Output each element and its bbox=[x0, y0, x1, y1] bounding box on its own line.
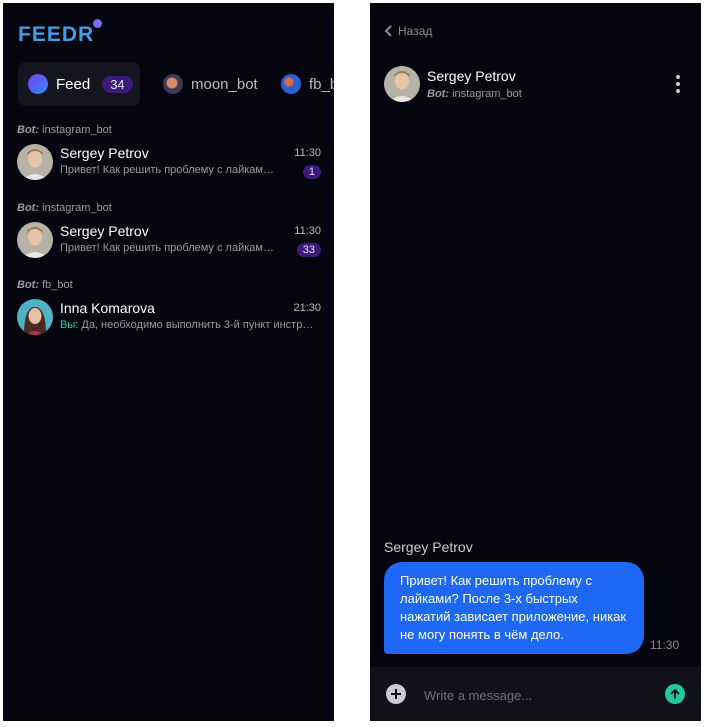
chat-name: Sergey Petrov bbox=[60, 223, 149, 239]
chat-bot-label: Bot: instagram_bot bbox=[17, 124, 112, 136]
message-time: 11:30 bbox=[650, 638, 680, 652]
chat-bot-label: Bot: instagram_bot bbox=[17, 202, 112, 214]
back-button[interactable]: Назад bbox=[384, 24, 432, 38]
chat-item[interactable]: Sergey Petrov 11:30 Привет! Как решить п… bbox=[17, 222, 321, 262]
chat-bot-label: Bot: fb_bot bbox=[17, 279, 73, 291]
chat-preview: Привет! Как решить проблему с лайками по… bbox=[60, 242, 278, 254]
message-composer bbox=[370, 667, 701, 721]
moon-bot-icon bbox=[163, 74, 183, 94]
avatar bbox=[17, 144, 53, 180]
contact-bot-label: Bot: instagram_bot bbox=[427, 88, 522, 100]
chat-time: 21:30 bbox=[293, 302, 321, 314]
tab-label: moon_bot bbox=[191, 75, 258, 93]
chat-preview: Привет! Как решить проблему с лайками по… bbox=[60, 164, 278, 176]
chat-preview: Вы: Да, необходимо выполнить 3-й пункт и… bbox=[60, 319, 318, 331]
app-logo: FEEDR bbox=[18, 19, 103, 47]
contact-name: Sergey Petrov bbox=[427, 68, 516, 84]
avatar[interactable] bbox=[384, 66, 420, 102]
feed-gradient-icon bbox=[28, 74, 48, 94]
message-bubble: Привет! Как решить проблему с лайками? П… bbox=[384, 562, 644, 654]
message-input[interactable] bbox=[422, 683, 646, 707]
chat-time: 11:30 bbox=[294, 147, 321, 159]
chat-time: 11:30 bbox=[294, 225, 321, 237]
tab-count-badge: 34 bbox=[102, 75, 133, 93]
conversation-panel: Назад Sergey Petrov Bot: instagram_bot S… bbox=[370, 3, 701, 721]
tab-label: fb_bot bbox=[309, 75, 334, 93]
arrow-up-icon bbox=[670, 688, 680, 699]
back-label: Назад bbox=[398, 24, 433, 38]
bot-tabs: Feed 34 moon_bot fb_bot bbox=[18, 62, 334, 106]
chevron-left-icon bbox=[384, 25, 392, 37]
send-button[interactable] bbox=[665, 684, 685, 704]
tab-label: Feed bbox=[56, 75, 91, 93]
more-options-icon[interactable] bbox=[675, 75, 681, 93]
chat-list-panel: FEEDR Feed 34 moon_bot fb_bot Bot: insta… bbox=[3, 3, 334, 721]
avatar bbox=[17, 299, 53, 335]
chat-name: Sergey Petrov bbox=[60, 145, 149, 161]
fb-bot-icon bbox=[281, 74, 301, 94]
unread-badge: 33 bbox=[296, 243, 321, 257]
you-prefix: Вы: bbox=[60, 319, 79, 331]
unread-badge: 1 bbox=[302, 165, 321, 179]
tab-feed[interactable]: Feed 34 bbox=[18, 62, 140, 106]
add-attachment-icon[interactable] bbox=[386, 684, 406, 704]
message-sender: Sergey Petrov bbox=[384, 539, 473, 555]
chat-item[interactable]: Sergey Petrov 11:30 Привет! Как решить п… bbox=[17, 144, 321, 184]
chat-name: Inna Komarova bbox=[60, 300, 155, 316]
tab-moon-bot[interactable]: moon_bot bbox=[163, 62, 258, 106]
avatar bbox=[17, 222, 53, 258]
chat-item[interactable]: Inna Komarova 21:30 Вы: Да, необходимо в… bbox=[17, 299, 321, 339]
logo-dot bbox=[93, 19, 103, 28]
tab-fb-bot[interactable]: fb_bot bbox=[281, 62, 334, 106]
